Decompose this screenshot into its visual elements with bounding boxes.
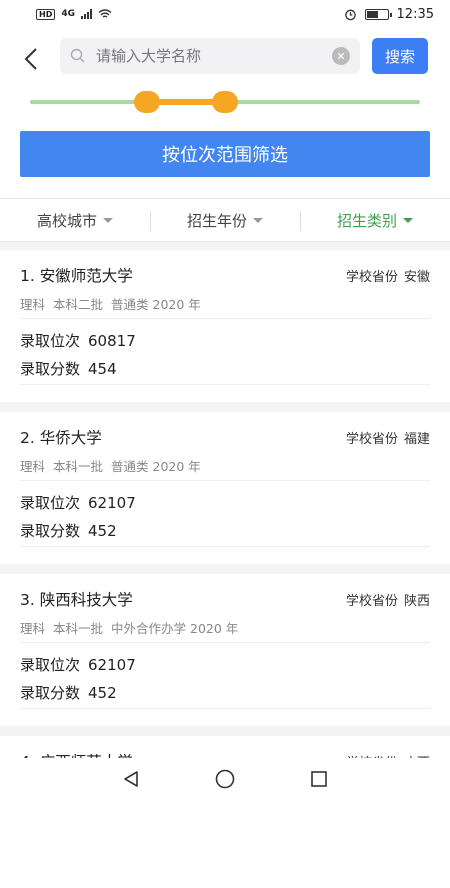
- school-tags: 理科本科一批普通类 2020 年: [20, 456, 201, 475]
- header-area: ✕ 搜索 按位次范围筛选: [0, 28, 450, 198]
- divider: [20, 384, 430, 385]
- status-icons: HD 4G: [36, 9, 112, 20]
- rank-filter-button[interactable]: 按位次范围筛选: [20, 131, 430, 177]
- square-recents-icon: [310, 770, 328, 788]
- nav-recents-button[interactable]: [307, 767, 331, 791]
- system-nav-bar: [0, 758, 450, 800]
- status-time: 12:35: [397, 7, 434, 22]
- nav-home-button[interactable]: [213, 767, 237, 791]
- admission-score: 录取分数452: [20, 520, 117, 541]
- admission-score: 录取分数452: [20, 682, 117, 703]
- rank-range-slider[interactable]: [30, 90, 420, 114]
- caret-down-icon: [403, 218, 413, 223]
- search-input[interactable]: [96, 47, 332, 65]
- circle-home-icon: [215, 769, 235, 789]
- school-province: 学校省份安徽: [346, 266, 430, 285]
- school-card[interactable]: 1. 安徽师范大学 学校省份安徽 理科本科二批普通类 2020 年 录取位次60…: [0, 250, 450, 402]
- battery-icon: [365, 9, 389, 20]
- divider: [20, 642, 430, 643]
- caret-down-icon: [103, 218, 113, 223]
- school-tags: 理科本科二批普通类 2020 年: [20, 294, 201, 313]
- admission-score: 录取分数454: [20, 358, 117, 379]
- alarm-icon: [344, 8, 357, 21]
- chevron-left-icon: [24, 48, 38, 70]
- status-bar: HD 4G 12:35: [0, 0, 450, 28]
- school-tags: 理科本科一批中外合作办学 2020 年: [20, 618, 238, 637]
- search-row: ✕ 搜索: [0, 36, 450, 80]
- hd-icon: HD: [36, 9, 55, 20]
- tab-label: 招生类别: [337, 210, 397, 231]
- wifi-icon: [98, 9, 112, 19]
- status-right: 12:35: [344, 7, 434, 22]
- caret-down-icon: [253, 218, 263, 223]
- tab-city[interactable]: 高校城市: [0, 199, 150, 241]
- filter-tabs: 高校城市 招生年份 招生类别: [0, 198, 450, 242]
- divider: [20, 546, 430, 547]
- divider: [20, 708, 430, 709]
- tab-label: 高校城市: [37, 210, 97, 231]
- school-province: 学校省份福建: [346, 428, 430, 447]
- admission-rank: 录取位次60817: [20, 330, 136, 351]
- tab-category[interactable]: 招生类别: [300, 199, 450, 241]
- search-box[interactable]: ✕: [60, 38, 360, 74]
- triangle-back-icon: [122, 770, 140, 788]
- admission-rank: 录取位次62107: [20, 492, 136, 513]
- search-icon: [70, 48, 86, 64]
- divider: [20, 480, 430, 481]
- school-province: 学校省份陕西: [346, 590, 430, 609]
- tab-label: 招生年份: [187, 210, 247, 231]
- divider: [20, 318, 430, 319]
- clear-icon[interactable]: ✕: [332, 47, 350, 65]
- slider-thumb-low[interactable]: [134, 91, 160, 113]
- school-name: 3. 陕西科技大学: [20, 588, 133, 610]
- back-button[interactable]: [16, 42, 46, 76]
- tab-year[interactable]: 招生年份: [150, 199, 300, 241]
- network-type: 4G: [61, 9, 75, 19]
- nav-back-button[interactable]: [119, 767, 143, 791]
- school-name: 1. 安徽师范大学: [20, 264, 133, 286]
- school-name: 2. 华侨大学: [20, 426, 102, 448]
- search-button[interactable]: 搜索: [372, 38, 428, 74]
- school-card[interactable]: 2. 华侨大学 学校省份福建 理科本科一批普通类 2020 年 录取位次6210…: [0, 412, 450, 564]
- admission-rank: 录取位次62107: [20, 654, 136, 675]
- signal-icon: [81, 9, 92, 19]
- slider-thumb-high[interactable]: [212, 91, 238, 113]
- school-card[interactable]: 3. 陕西科技大学 学校省份陕西 理科本科一批中外合作办学 2020 年 录取位…: [0, 574, 450, 726]
